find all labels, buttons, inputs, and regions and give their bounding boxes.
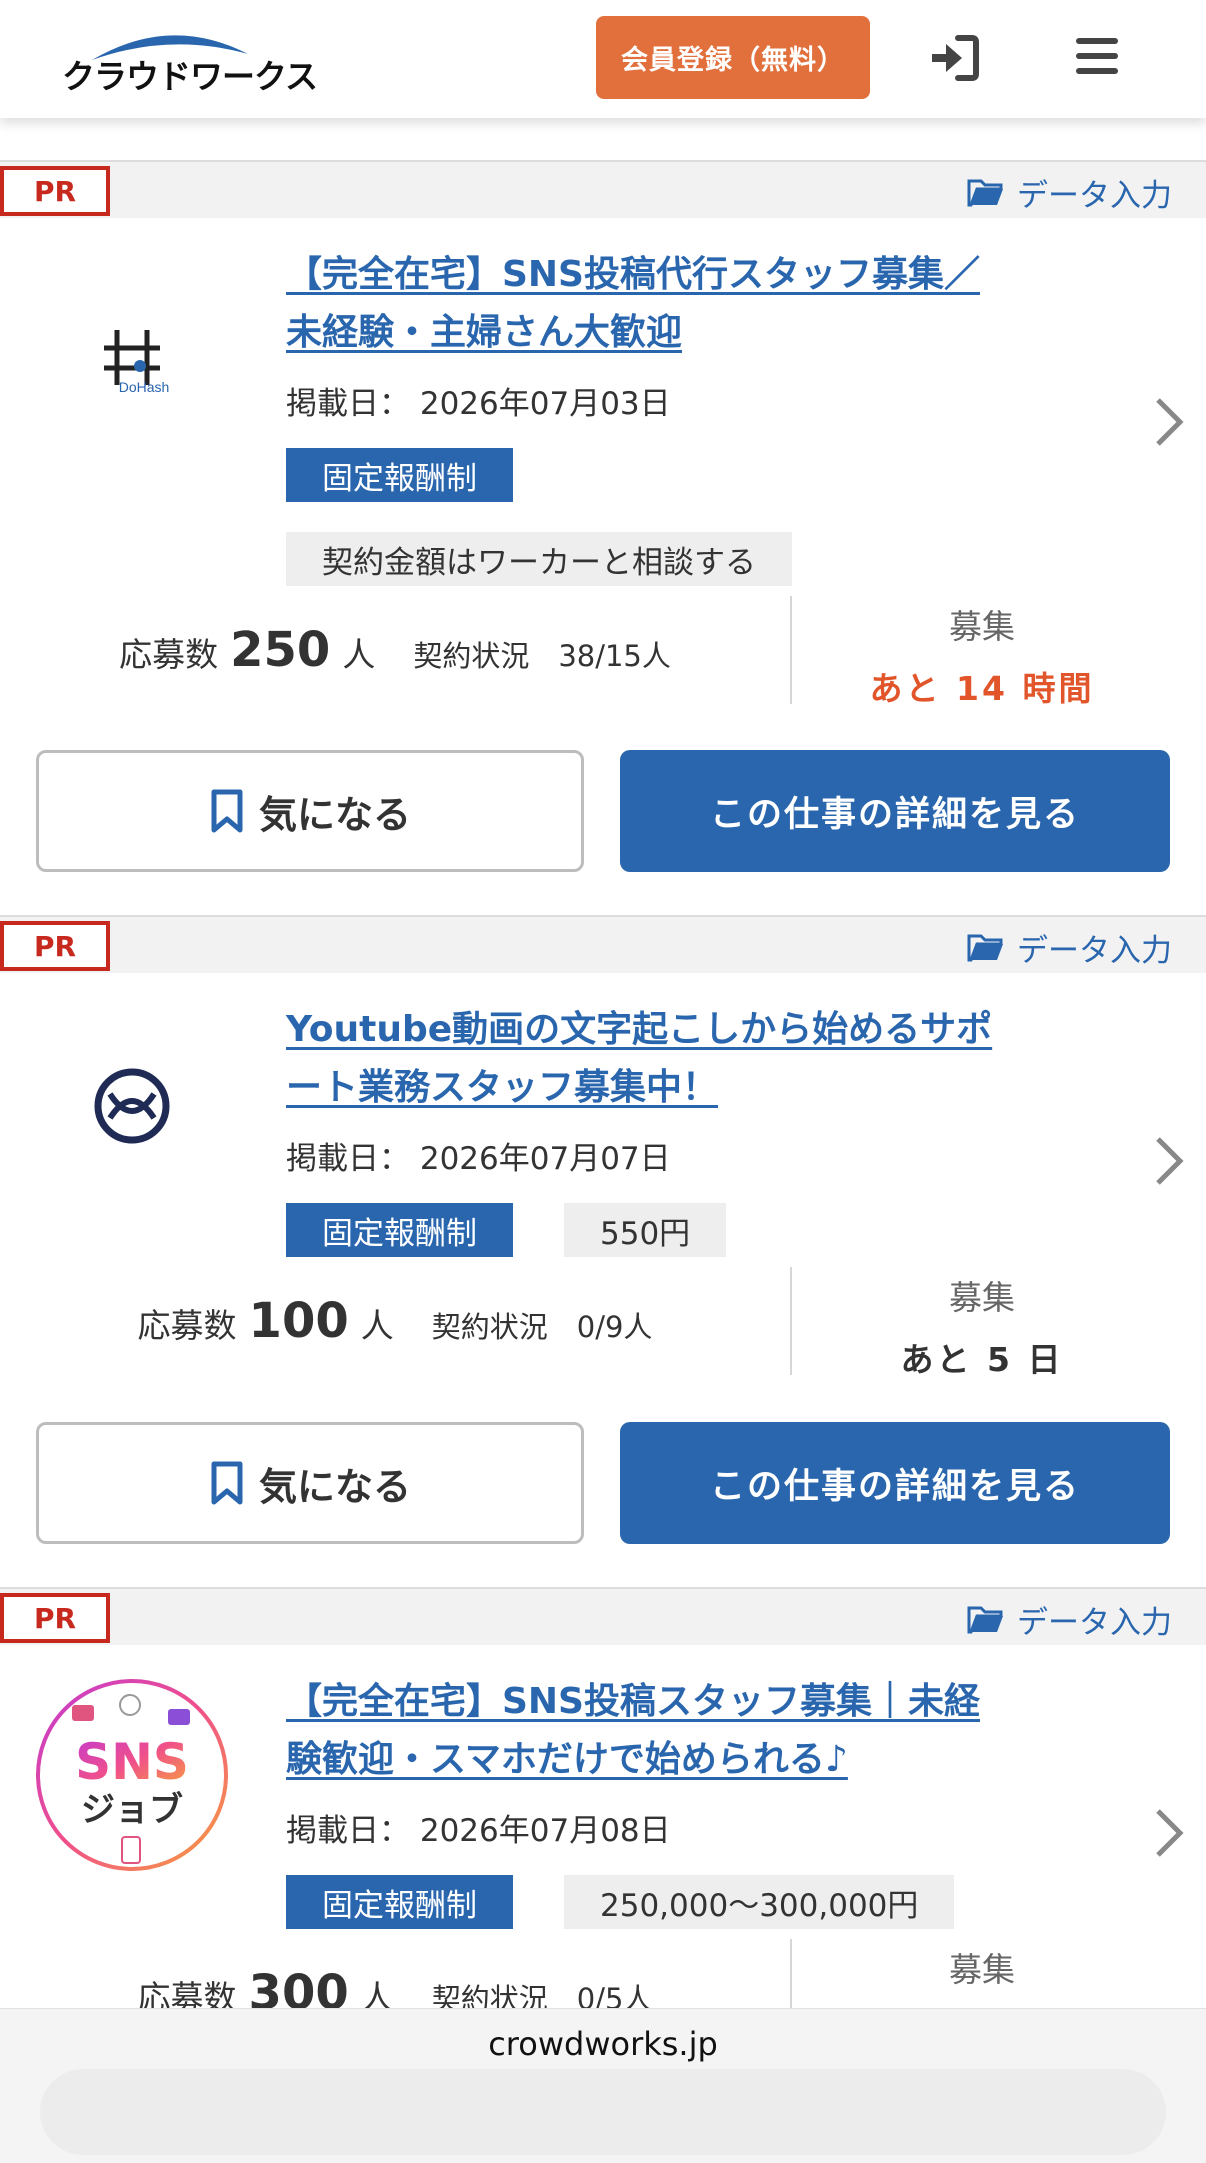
applicants-count: 100 xyxy=(248,1293,349,1349)
applicants-unit: 人 xyxy=(342,635,376,674)
applicants-label: 応募数 xyxy=(137,1306,237,1345)
category-label: データ入力 xyxy=(1017,1604,1172,1641)
category-label: データ入力 xyxy=(1017,177,1172,214)
applicants-label: 応募数 xyxy=(119,635,219,674)
pr-badge: PR xyxy=(0,1593,110,1643)
category-label: データ入力 xyxy=(1017,932,1172,969)
applicants-count: 250 xyxy=(230,622,331,678)
browser-toolbar xyxy=(40,2069,1166,2155)
job-title-link[interactable]: 【完全在宅】SNS投稿代行スタッフ募集／ 未経験・主婦さん大歓迎 xyxy=(286,246,1106,362)
recruit-label: 募集 xyxy=(949,607,1015,646)
favorite-button[interactable]: 気になる xyxy=(36,1422,584,1544)
price-tag: 550円 xyxy=(564,1203,727,1257)
bookmark-icon xyxy=(211,789,243,833)
applicants-unit: 人 xyxy=(360,1306,394,1345)
contract-status: 契約状況 0/9人 xyxy=(431,1310,653,1344)
job-title-line: ート業務スタッフ募集中！ xyxy=(286,1067,719,1108)
folder-icon xyxy=(967,179,1003,207)
pr-badge: PR xyxy=(0,166,110,216)
time-remaining: あと 14 時間 xyxy=(869,669,1095,708)
posted-date: 掲載日： 2026年07月08日 xyxy=(286,1813,671,1849)
folder-icon xyxy=(967,934,1003,962)
recruit-status: 募集 あと 14 時間 xyxy=(792,600,1172,710)
recruit-status: 募集 あと 5 日 xyxy=(792,1271,1172,1381)
time-remaining: あと 5 日 xyxy=(900,1340,1064,1379)
dohash-logo: DoHash xyxy=(104,330,170,395)
price-tag: 250,000〜300,000円 xyxy=(564,1875,955,1929)
posted-date: 掲載日： 2026年07月07日 xyxy=(286,1141,671,1177)
pay-type-tag: 固定報酬制 xyxy=(286,1203,513,1257)
job-card: PR データ入力 Youtube動画の文字起こしから始めるサポ ート業務スタッフ… xyxy=(0,915,1206,1635)
job-title-link[interactable]: 【完全在宅】SNS投稿スタッフ募集｜未経 験歓迎・スマホだけで始められる♪ xyxy=(286,1673,1106,1789)
job-title-line: Youtube動画の文字起こしから始めるサポ xyxy=(286,1009,993,1050)
browser-address-bar[interactable]: crowdworks.jp xyxy=(0,2008,1206,2163)
job-card: PR データ入力 DoHash 【完全在宅】SNS投稿代行スタッフ募集／ 未経験… xyxy=(0,160,1206,880)
card-bar: PR データ入力 xyxy=(0,915,1206,973)
price-tag: 契約金額はワーカーと相談する xyxy=(286,532,792,586)
card-bar: PR データ入力 xyxy=(0,1587,1206,1645)
svg-text:SNS: SNS xyxy=(75,1733,189,1791)
job-title-line: 【完全在宅】SNS投稿スタッフ募集｜未経 xyxy=(286,1681,980,1722)
view-details-button[interactable]: この仕事の詳細を見る xyxy=(620,750,1170,872)
url-text: crowdworks.jp xyxy=(488,2025,718,2063)
favorite-label: 気になる xyxy=(258,792,411,837)
pr-badge: PR xyxy=(0,921,110,971)
logo-text: クラウドワークス xyxy=(62,57,318,96)
chevron-right-icon[interactable] xyxy=(1154,1807,1184,1859)
category-link[interactable]: データ入力 xyxy=(967,170,1172,214)
svg-text:DoHash: DoHash xyxy=(119,379,170,395)
category-link[interactable]: データ入力 xyxy=(967,925,1172,969)
hamburger-menu-icon[interactable] xyxy=(1074,36,1120,76)
job-title-link[interactable]: Youtube動画の文字起こしから始めるサポ ート業務スタッフ募集中！ xyxy=(286,1001,1106,1117)
chevron-right-icon[interactable] xyxy=(1154,396,1184,448)
company-emblem-logo xyxy=(94,1068,170,1144)
login-icon[interactable] xyxy=(928,34,980,82)
favorite-label: 気になる xyxy=(258,1464,411,1509)
svg-text:ジョブ: ジョブ xyxy=(81,1790,183,1830)
recruit-status: 募集 xyxy=(792,1943,1172,1991)
site-header: クラウドワークス 会員登録（無料） xyxy=(0,0,1206,118)
register-button[interactable]: 会員登録（無料） xyxy=(596,16,870,99)
job-title-line: 【完全在宅】SNS投稿代行スタッフ募集／ xyxy=(286,254,980,295)
card-bar: PR データ入力 xyxy=(0,160,1206,218)
bookmark-icon xyxy=(211,1461,243,1505)
view-details-button[interactable]: この仕事の詳細を見る xyxy=(620,1422,1170,1544)
recruit-label: 募集 xyxy=(949,1950,1015,1989)
sns-job-logo: SNS ジョブ xyxy=(36,1679,228,1871)
job-title-line: 未経験・主婦さん大歓迎 xyxy=(286,312,683,353)
job-card: PR データ入力 SNS ジョブ 【完全在宅】SNS投稿スタッフ募集｜未経 験歓… xyxy=(0,1587,1206,2047)
category-link[interactable]: データ入力 xyxy=(967,1597,1172,1641)
stats-row: 応募数 100 人 契約状況 0/9人 xyxy=(0,1293,790,1353)
job-title-line: 験歓迎・スマホだけで始められる♪ xyxy=(286,1739,848,1780)
folder-icon xyxy=(967,1606,1003,1634)
favorite-button[interactable]: 気になる xyxy=(36,750,584,872)
recruit-label: 募集 xyxy=(949,1278,1015,1317)
pay-type-tag: 固定報酬制 xyxy=(286,448,513,502)
crowdworks-logo[interactable]: クラウドワークス xyxy=(62,26,318,96)
contract-status: 契約状況 38/15人 xyxy=(413,639,671,673)
posted-date: 掲載日： 2026年07月03日 xyxy=(286,386,671,422)
chevron-right-icon[interactable] xyxy=(1154,1135,1184,1187)
stats-row: 応募数 250 人 契約状況 38/15人 xyxy=(0,622,790,682)
pay-type-tag: 固定報酬制 xyxy=(286,1875,513,1929)
